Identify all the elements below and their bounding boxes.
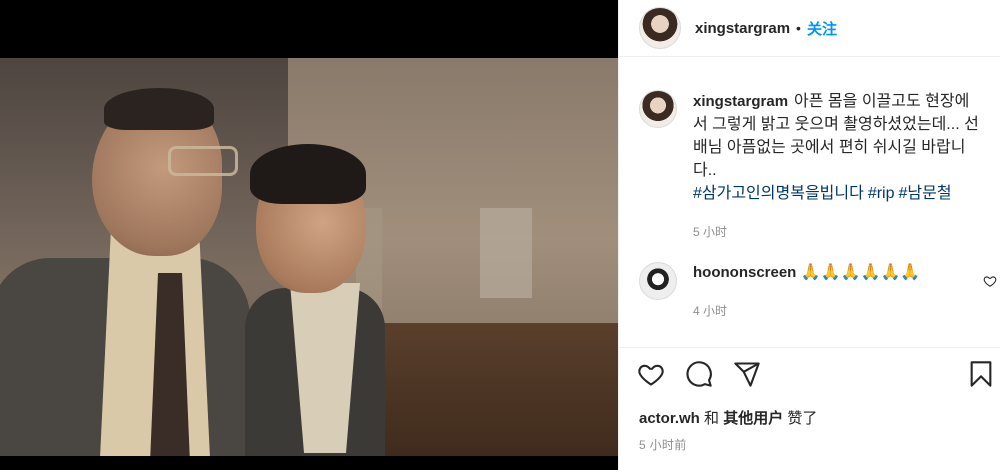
author-avatar[interactable] — [639, 7, 681, 49]
comment-item: hoononscreen 🙏🙏🙏🙏🙏🙏 4 小时 — [619, 262, 1000, 319]
author-username[interactable]: xingstargram — [695, 20, 790, 37]
likes-and: 和 — [704, 410, 720, 427]
post-photo[interactable] — [0, 58, 618, 456]
caption-time[interactable]: 5 小时 — [693, 223, 981, 240]
commenter-username[interactable]: hoononscreen — [693, 264, 796, 281]
caption-text: xingstargram 아픈 몸을 이끌고도 현장에서 그렇게 밝고 웃으며 촬… — [693, 90, 981, 205]
commenter-avatar[interactable] — [639, 262, 677, 300]
heart-icon[interactable] — [637, 360, 665, 388]
comment-time[interactable]: 4 小时 — [693, 302, 981, 319]
separator-dot: • — [796, 20, 801, 36]
bookmark-icon[interactable] — [967, 360, 995, 388]
comment-icon[interactable] — [685, 360, 713, 388]
liker-username[interactable]: actor.wh — [639, 410, 700, 427]
comments-section: xingstargram 아픈 몸을 이끌고도 현장에서 그렇게 밝고 웃으며 촬… — [619, 58, 1000, 348]
caption-comment: xingstargram 아픈 몸을 이끌고도 현장에서 그렇게 밝고 웃으며 촬… — [619, 90, 1000, 240]
share-icon[interactable] — [733, 360, 761, 388]
caption-author-avatar[interactable] — [639, 90, 677, 128]
other-likers-link[interactable]: 其他用户 — [723, 410, 783, 427]
action-bar — [619, 347, 1000, 407]
comment-text: 🙏🙏🙏🙏🙏🙏 — [800, 264, 921, 281]
caption-username[interactable]: xingstargram — [693, 93, 788, 110]
post-header: xingstargram • 关注 — [619, 0, 1000, 57]
likes-summary: actor.wh 和 其他用户 赞了 — [639, 407, 817, 428]
likes-suffix: 赞了 — [787, 410, 818, 427]
post-timestamp[interactable]: 5 小时前 — [639, 436, 687, 453]
hashtag-link[interactable]: #삼가고인의명복을빕니다 — [693, 185, 864, 202]
post-media — [0, 0, 618, 470]
post-sidebar: xingstargram • 关注 xingstargram 아픈 몸을 이끌고도… — [618, 0, 1000, 470]
comment-like-icon[interactable] — [983, 274, 997, 288]
hashtag-link[interactable]: #남문철 — [899, 185, 952, 202]
hashtag-link[interactable]: #rip — [868, 185, 895, 202]
follow-button[interactable]: 关注 — [807, 18, 837, 39]
